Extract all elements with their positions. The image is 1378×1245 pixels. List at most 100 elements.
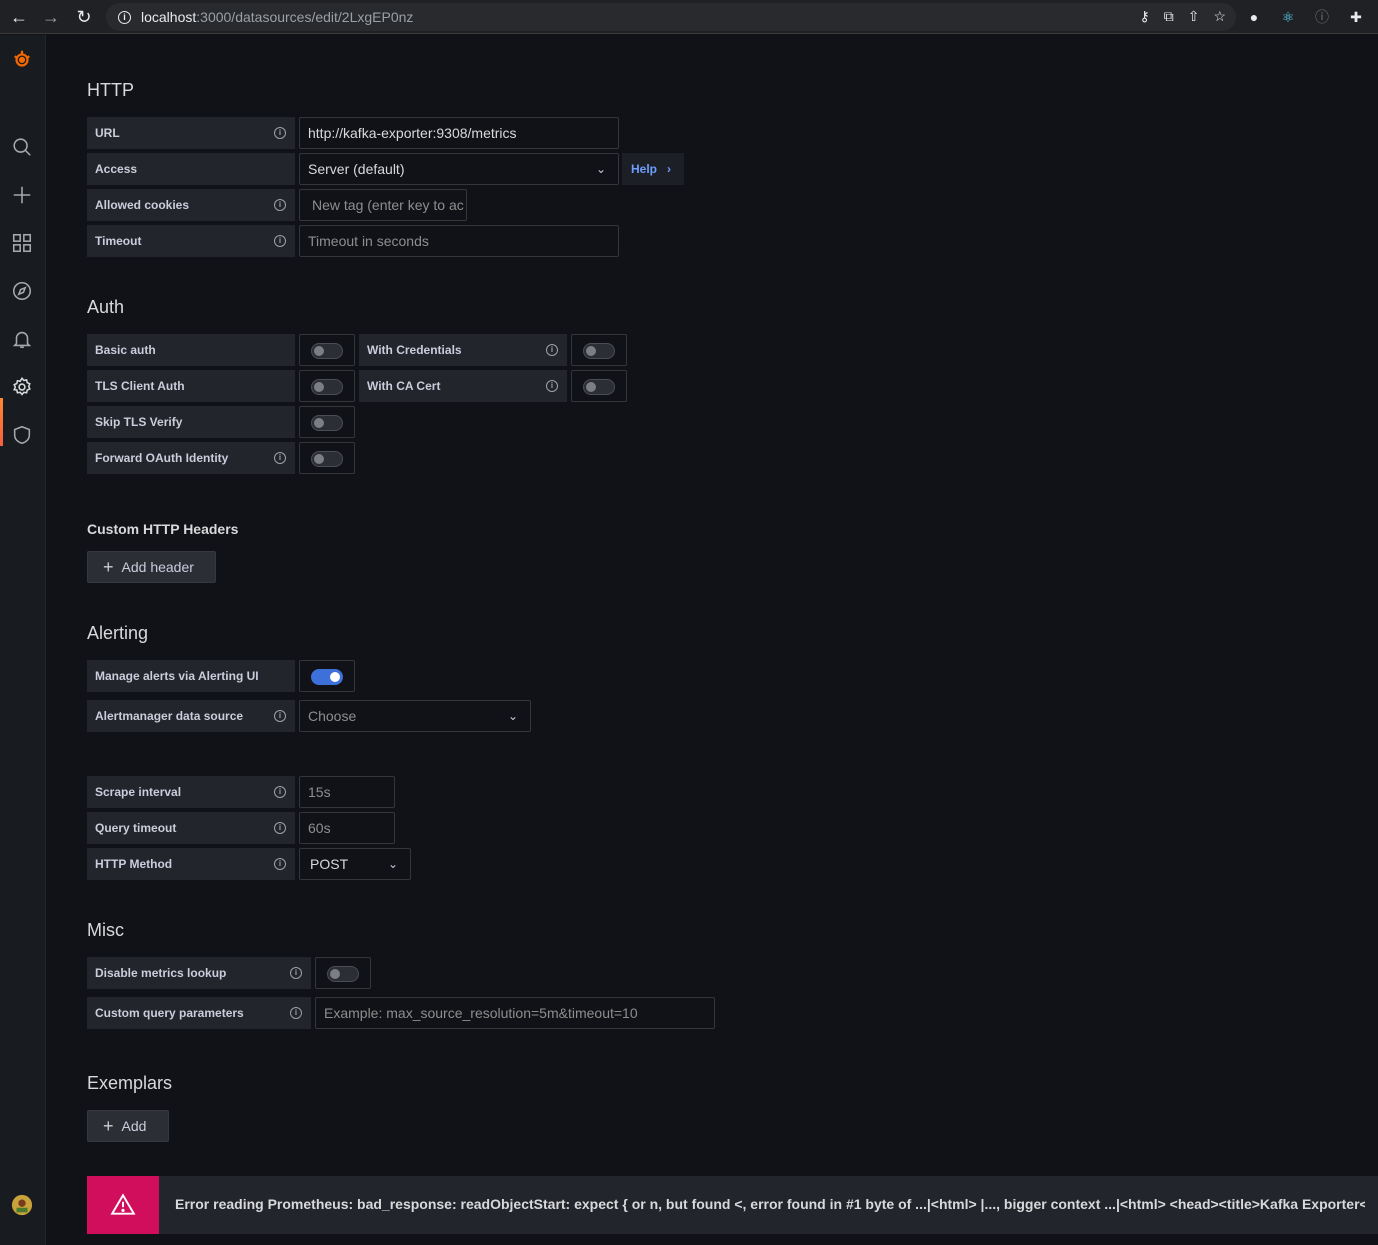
disable-metrics-label-text: Disable metrics lookup (95, 966, 227, 980)
extension-ghost-icon[interactable]: ● (1244, 7, 1264, 27)
with-credentials-label-text: With Credentials (367, 343, 462, 357)
info-icon[interactable]: i (274, 452, 286, 464)
add-exemplar-button[interactable]: + Add (87, 1110, 169, 1142)
info-icon[interactable]: i (290, 967, 302, 979)
user-avatar[interactable] (10, 1193, 34, 1217)
with-credentials-toggle[interactable] (583, 343, 615, 359)
forward-oauth-toggle[interactable] (311, 451, 343, 467)
url-label: URL i (87, 117, 295, 149)
access-select-value: Server (default) (308, 161, 405, 177)
info-icon[interactable]: i (274, 858, 286, 870)
plus-icon[interactable] (10, 183, 34, 207)
with-ca-cert-switch-box (571, 370, 627, 402)
allowed-cookies-input[interactable]: New tag (enter key to ac (299, 189, 467, 221)
plus-icon: + (103, 1116, 114, 1136)
add-exemplar-label: Add (121, 1118, 147, 1134)
info-icon[interactable]: i (274, 127, 286, 139)
add-header-button[interactable]: + Add header (87, 551, 216, 583)
with-credentials-switch-box (571, 334, 627, 366)
search-icon[interactable] (10, 135, 34, 159)
allowed-cookies-label-text: Allowed cookies (95, 198, 190, 212)
help-button-label: Help (631, 162, 658, 176)
misc-section-title: Misc (87, 920, 124, 940)
reload-icon[interactable]: ↻ (73, 6, 95, 28)
timeout-input[interactable]: Timeout in seconds (299, 225, 619, 257)
alertmanager-label-text: Alertmanager data source (95, 709, 244, 723)
browser-toolbar: ← → ↻ i localhost:3000/datasources/edit/… (0, 0, 1378, 34)
alertmanager-select[interactable]: Choose ⌄ (299, 700, 531, 732)
shield-icon[interactable] (10, 423, 34, 447)
dashboards-icon[interactable] (10, 231, 34, 255)
with-ca-cert-label: With CA Cert i (359, 370, 567, 402)
info-icon[interactable]: i (274, 822, 286, 834)
query-timeout-label: Query timeout i (87, 812, 295, 844)
with-ca-cert-toggle[interactable] (583, 379, 615, 395)
skip-tls-verify-toggle[interactable] (311, 415, 343, 431)
manage-alerts-toggle[interactable] (311, 669, 343, 685)
error-message: Error reading Prometheus: bad_response: … (175, 1196, 1365, 1212)
chevron-down-icon: ⌄ (387, 857, 398, 871)
custom-params-label-text: Custom query parameters (95, 1006, 244, 1020)
disable-metrics-toggle[interactable] (327, 966, 359, 982)
key-icon[interactable]: ⚷ (1139, 8, 1149, 25)
http-section-title: HTTP (87, 80, 134, 100)
url-label-text: URL (95, 126, 120, 140)
info-icon[interactable]: i (546, 380, 558, 392)
alerting-bell-icon[interactable] (10, 327, 34, 351)
http-method-label-text: HTTP Method (95, 857, 173, 871)
address-url[interactable]: localhost:3000/datasources/edit/2LxgEP0n… (141, 9, 413, 25)
http-method-select[interactable]: POST ⌄ (299, 848, 411, 880)
manage-alerts-switch-box (299, 660, 355, 692)
exemplars-section-title: Exemplars (87, 1073, 173, 1093)
help-button[interactable]: Help › (622, 153, 684, 185)
tls-client-auth-toggle[interactable] (311, 379, 343, 395)
alertmanager-label: Alertmanager data source i (87, 700, 295, 732)
tls-client-auth-switch-box (299, 370, 355, 402)
scrape-interval-input[interactable]: 15s (299, 776, 395, 808)
plus-icon: + (103, 557, 114, 577)
info-icon[interactable]: i (274, 710, 286, 722)
info-icon[interactable]: i (290, 1007, 302, 1019)
basic-auth-label: Basic auth (87, 334, 295, 366)
manage-alerts-label: Manage alerts via Alerting UI (87, 660, 295, 692)
address-bar[interactable]: i localhost:3000/datasources/edit/2LxgEP… (106, 3, 1236, 31)
alerting-section-title: Alerting (87, 623, 149, 643)
basic-auth-toggle[interactable] (311, 343, 343, 359)
configuration-gear-icon[interactable] (10, 375, 34, 399)
custom-params-input[interactable]: Example: max_source_resolution=5m&timeou… (315, 997, 715, 1029)
share-icon[interactable]: ⇧ (1188, 8, 1200, 25)
custom-headers-title: Custom HTTP Headers (87, 521, 239, 537)
allowed-cookies-label: Allowed cookies i (87, 189, 295, 221)
info-icon[interactable]: i (546, 344, 558, 356)
translate-icon[interactable]: ⧉ (1164, 8, 1174, 25)
info-icon[interactable]: i (274, 235, 286, 247)
grafana-logo-icon[interactable] (10, 47, 34, 71)
chevron-right-icon: › (667, 162, 672, 176)
forward-oauth-label-text: Forward OAuth Identity (95, 451, 229, 465)
back-arrow-icon[interactable]: ← (8, 6, 30, 28)
active-indicator (0, 398, 3, 446)
forward-arrow-icon[interactable]: → (40, 6, 62, 28)
url-input[interactable]: http://kafka-exporter:9308/metrics (299, 117, 619, 149)
scrape-interval-label: Scrape interval i (87, 776, 295, 808)
add-header-label: Add header (121, 559, 194, 575)
auth-section-title: Auth (87, 297, 125, 317)
access-select[interactable]: Server (default) ⌄ (299, 153, 619, 185)
react-devtools-icon[interactable]: ⚛ (1278, 7, 1298, 27)
with-ca-cert-label-text: With CA Cert (367, 379, 441, 393)
info-icon[interactable]: i (274, 199, 286, 211)
query-timeout-label-text: Query timeout (95, 821, 177, 835)
info-icon[interactable]: i (274, 786, 286, 798)
timeout-label-text: Timeout (95, 234, 142, 248)
site-info-icon[interactable]: i (118, 10, 131, 24)
custom-params-label: Custom query parameters i (87, 997, 311, 1029)
skip-tls-verify-label: Skip TLS Verify (87, 406, 295, 438)
query-timeout-input[interactable]: 60s (299, 812, 395, 844)
bookmark-star-icon[interactable]: ☆ (1213, 8, 1226, 25)
extension-info-icon[interactable]: ⓘ (1312, 7, 1332, 27)
explore-compass-icon[interactable] (10, 279, 34, 303)
http-method-value: POST (310, 856, 349, 872)
disable-metrics-switch-box (315, 957, 371, 989)
chevron-down-icon: ⌄ (507, 709, 518, 723)
extensions-puzzle-icon[interactable]: ✚ (1346, 7, 1366, 27)
